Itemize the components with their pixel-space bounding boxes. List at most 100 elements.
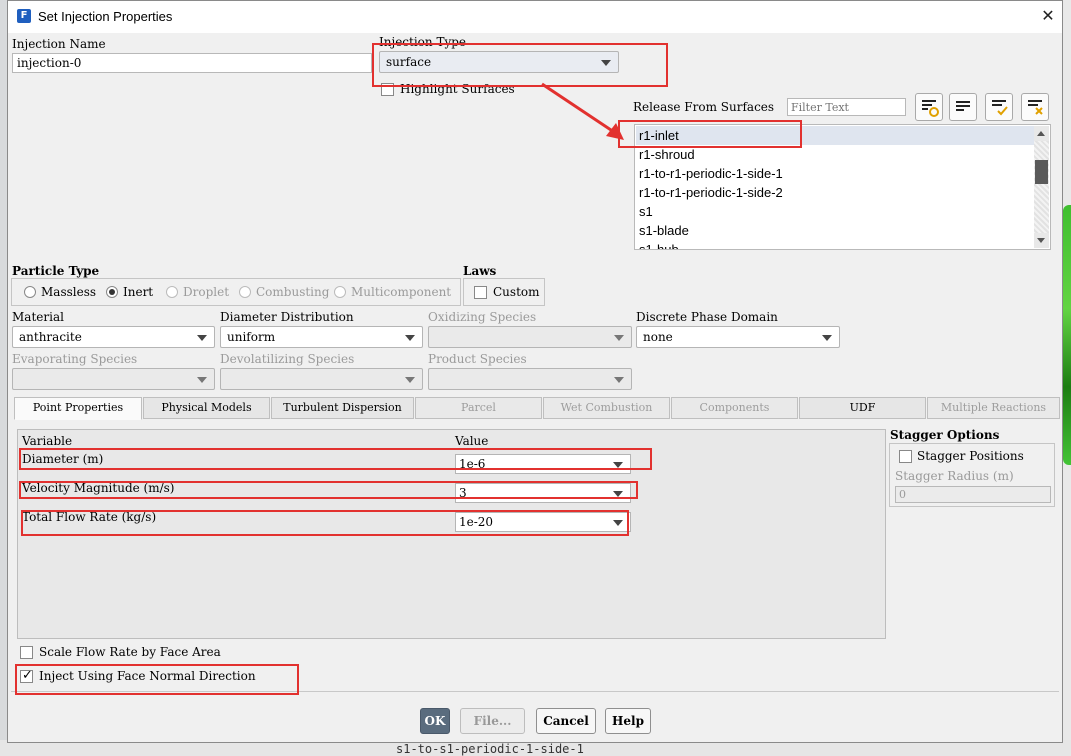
- radio-inert[interactable]: [106, 286, 118, 298]
- scroll-down-icon[interactable]: [1034, 233, 1049, 248]
- diameter-value-input[interactable]: 1e-6: [455, 454, 631, 474]
- column-header-value: Value: [455, 434, 489, 448]
- discrete-phase-domain-label: Discrete Phase Domain: [636, 310, 778, 324]
- row-label-velocity: Velocity Magnitude (m/s): [22, 481, 175, 495]
- list-selection-highlight: [636, 126, 1034, 145]
- radio-massless[interactable]: [24, 286, 36, 298]
- tab-turbulent-dispersion[interactable]: Turbulent Dispersion: [271, 397, 414, 419]
- stagger-radius-label: Stagger Radius (m): [895, 469, 1014, 483]
- release-surfaces-list[interactable]: r1-inlet r1-shroud r1-to-r1-periodic-1-s…: [634, 124, 1051, 250]
- discrete-phase-domain-value: none: [643, 330, 673, 344]
- radio-label: Massless: [41, 285, 97, 299]
- diameter-distribution-dropdown[interactable]: uniform: [220, 326, 423, 348]
- tab-physical-models[interactable]: Physical Models: [143, 397, 270, 419]
- laws-group: Custom: [463, 278, 545, 306]
- filter-text-input[interactable]: [787, 98, 906, 116]
- stagger-radius-input[interactable]: 0: [895, 486, 1051, 503]
- devolatilizing-species-label: Devolatilizing Species: [220, 352, 355, 366]
- chevron-down-icon: [614, 377, 624, 383]
- radio-combusting[interactable]: [239, 286, 251, 298]
- injection-type-label: Injection Type: [379, 35, 467, 49]
- custom-laws-label: Custom: [493, 285, 540, 299]
- annotation-arrow-icon: [541, 82, 624, 140]
- total-flow-rate-value: 1e-20: [459, 515, 494, 529]
- injection-type-value: surface: [386, 55, 432, 69]
- close-icon[interactable]: ✕: [1038, 6, 1058, 26]
- oxidizing-species-label: Oxidizing Species: [428, 310, 537, 324]
- custom-laws-checkbox[interactable]: [474, 286, 487, 299]
- scale-flow-rate-checkbox[interactable]: [20, 646, 33, 659]
- background-mesh-graphic: [1063, 205, 1071, 465]
- cancel-button[interactable]: Cancel: [536, 708, 596, 734]
- highlight-surfaces-checkbox[interactable]: [381, 83, 394, 96]
- tab-multiple-reactions[interactable]: Multiple Reactions: [927, 397, 1060, 419]
- checkmark-icon: ✓: [22, 668, 33, 683]
- row-label-diameter: Diameter (m): [22, 452, 104, 466]
- injection-type-dropdown[interactable]: surface: [379, 51, 619, 73]
- help-button[interactable]: Help: [605, 708, 651, 734]
- diameter-distribution-value: uniform: [227, 330, 276, 344]
- face-normal-checkbox[interactable]: ✓: [20, 668, 33, 683]
- stagger-options-group: Stagger Positions Stagger Radius (m) 0: [889, 443, 1055, 507]
- discrete-phase-domain-dropdown[interactable]: none: [636, 326, 840, 348]
- list-scrollbar[interactable]: [1034, 126, 1049, 248]
- fluent-app-icon: F: [17, 9, 31, 23]
- total-flow-rate-value-input[interactable]: 1e-20: [455, 512, 631, 532]
- product-species-label: Product Species: [428, 352, 527, 366]
- particle-type-group: Massless Inert Droplet Combusting Multic…: [11, 278, 461, 306]
- radio-label: Droplet: [183, 285, 230, 299]
- list-clear-icon: [1028, 100, 1043, 115]
- scale-flow-rate-label: Scale Flow Rate by Face Area: [39, 645, 221, 659]
- release-from-surfaces-label: Release From Surfaces: [633, 100, 775, 114]
- velocity-value-input[interactable]: 3: [455, 483, 631, 503]
- list-search-icon: [922, 100, 939, 117]
- chevron-down-icon: [197, 377, 207, 383]
- oxidizing-species-dropdown[interactable]: [428, 326, 632, 348]
- diameter-distribution-label: Diameter Distribution: [220, 310, 354, 324]
- chevron-down-icon: [601, 60, 611, 66]
- ok-button[interactable]: OK: [420, 708, 450, 734]
- tab-point-properties[interactable]: Point Properties: [14, 397, 142, 420]
- radio-label: Multicomponent: [351, 285, 452, 299]
- radio-droplet[interactable]: [166, 286, 178, 298]
- point-properties-panel: Variable Value Diameter (m) 1e-6 Velocit…: [17, 429, 886, 639]
- stagger-positions-checkbox[interactable]: [899, 450, 912, 463]
- list-check-icon: [992, 100, 1008, 116]
- material-label: Material: [12, 310, 64, 324]
- file-button[interactable]: File...: [460, 708, 525, 734]
- list-item[interactable]: s1: [639, 204, 653, 219]
- column-header-variable: Variable: [22, 434, 73, 448]
- list-item[interactable]: s1-blade: [639, 223, 689, 238]
- radio-multicomponent[interactable]: [334, 286, 346, 298]
- injection-name-input[interactable]: injection-0: [12, 53, 372, 73]
- tab-parcel[interactable]: Parcel: [415, 397, 542, 419]
- list-item[interactable]: s1-hub: [639, 242, 679, 249]
- deselect-all-button[interactable]: [1021, 93, 1049, 121]
- list-item[interactable]: r1-inlet: [639, 128, 679, 143]
- chevron-down-icon: [614, 335, 624, 341]
- set-injection-properties-dialog: F Set Injection Properties ✕ Injection N…: [7, 0, 1063, 743]
- evaporating-species-dropdown[interactable]: [12, 368, 215, 390]
- list-item[interactable]: r1-to-r1-periodic-1-side-1: [639, 166, 783, 181]
- injection-name-label: Injection Name: [12, 37, 106, 51]
- tab-udf[interactable]: UDF: [799, 397, 926, 419]
- radio-label: Combusting: [256, 285, 330, 299]
- select-all-button[interactable]: [949, 93, 977, 121]
- property-tabs: Point Properties Physical Models Turbule…: [12, 397, 1060, 420]
- chevron-down-icon: [613, 462, 623, 468]
- face-normal-label: Inject Using Face Normal Direction: [39, 669, 256, 683]
- tab-components[interactable]: Components: [671, 397, 798, 419]
- material-value: anthracite: [19, 330, 82, 344]
- tab-wet-combustion[interactable]: Wet Combustion: [543, 397, 670, 419]
- scroll-up-icon[interactable]: [1034, 126, 1049, 141]
- product-species-dropdown[interactable]: [428, 368, 632, 390]
- material-dropdown[interactable]: anthracite: [12, 326, 215, 348]
- stagger-positions-label: Stagger Positions: [917, 449, 1024, 463]
- check-all-button[interactable]: [985, 93, 1013, 121]
- stagger-options-label: Stagger Options: [890, 428, 1000, 442]
- list-item[interactable]: r1-to-r1-periodic-1-side-2: [639, 185, 783, 200]
- scroll-thumb[interactable]: [1035, 160, 1048, 184]
- match-surfaces-button[interactable]: [915, 93, 943, 121]
- devolatilizing-species-dropdown[interactable]: [220, 368, 423, 390]
- list-item[interactable]: r1-shroud: [639, 147, 695, 162]
